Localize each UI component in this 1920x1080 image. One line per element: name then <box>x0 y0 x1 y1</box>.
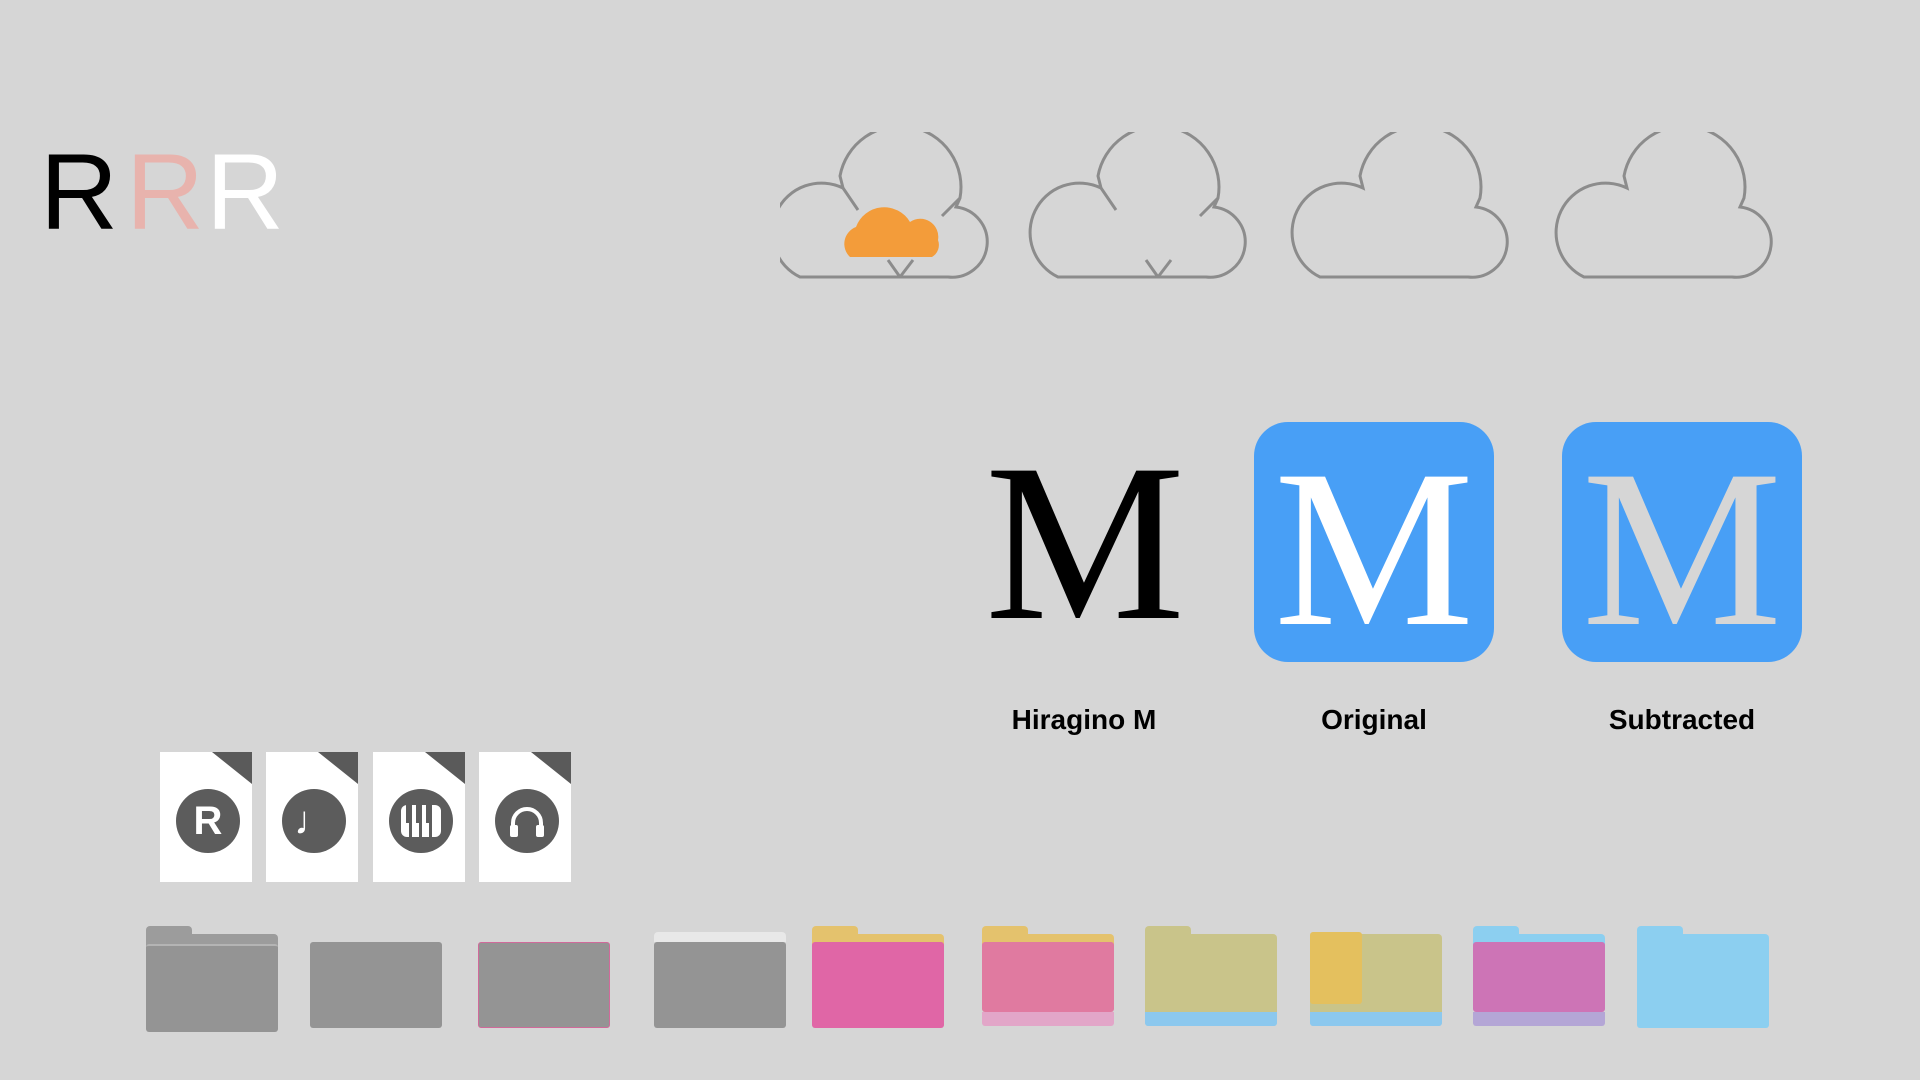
letter-r-black: R <box>40 131 118 252</box>
folder-khaki-blue-strip[interactable] <box>1145 926 1277 1032</box>
subtracted-m-tile: M <box>1562 422 1802 662</box>
folder-magenta-blue[interactable] <box>1473 926 1605 1032</box>
headphones-icon <box>495 789 559 853</box>
headphones-document-icon[interactable] <box>479 752 571 882</box>
caption-subtracted: Subtracted <box>1608 704 1756 735</box>
piano-document-icon[interactable] <box>373 752 465 882</box>
hiragino-m-glyph: M <box>984 417 1186 667</box>
music-note-icon: ♩ <box>282 789 346 853</box>
folder-blue[interactable] <box>1637 926 1769 1032</box>
piano-keys-icon <box>389 789 453 853</box>
r-document-icon[interactable]: R <box>160 752 252 882</box>
music-note-document-icon[interactable]: ♩ <box>266 752 358 882</box>
r-badge: R <box>176 789 240 853</box>
original-m-glyph: M <box>1273 423 1475 673</box>
folder-gray-front[interactable] <box>310 926 442 1032</box>
folder-gray-pink-outline[interactable] <box>478 926 610 1032</box>
caption-hiragino: Hiragino M <box>1011 704 1157 735</box>
cloud-outline-icon <box>1290 132 1509 279</box>
folder-khaki-yellow-overlay[interactable] <box>1310 926 1442 1032</box>
folder-gray-full[interactable] <box>146 926 278 1032</box>
folder-gray-white-tab[interactable] <box>654 926 786 1032</box>
caption-original: Original <box>1321 704 1427 735</box>
letter-r-pink-arrow: R <box>126 131 204 252</box>
cloud-download-outline-icon <box>1028 132 1247 279</box>
original-m-tile: M <box>1254 422 1494 662</box>
folder-pink-overlay[interactable] <box>982 926 1114 1032</box>
subtracted-m-glyph: M <box>1581 423 1783 673</box>
cloud-download-orange-icon <box>780 132 989 279</box>
cloud-outline-plain-icon <box>1554 132 1773 279</box>
cloud-row <box>780 132 1773 279</box>
letter-r-white-bird: R <box>206 131 284 252</box>
folder-pink-yellow-tab[interactable] <box>812 926 944 1032</box>
